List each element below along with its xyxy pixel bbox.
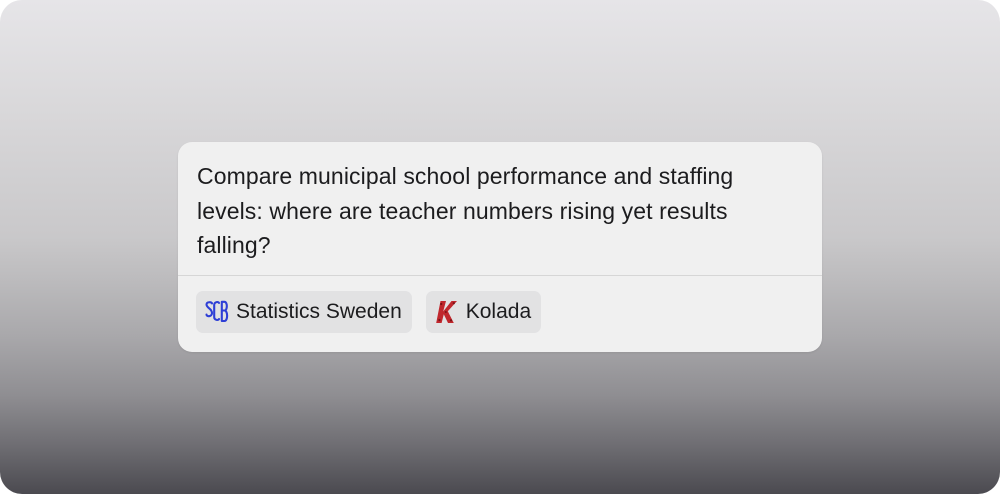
card-divider (178, 275, 822, 276)
source-chips: Statistics Sweden Kolada (196, 291, 542, 333)
kolada-logo-icon (435, 299, 459, 325)
background-frame: Compare municipal school performance and… (0, 0, 1000, 494)
source-chip-statistics-sweden[interactable]: Statistics Sweden (196, 291, 412, 333)
prompt-card: Compare municipal school performance and… (178, 142, 822, 352)
prompt-text: Compare municipal school performance and… (197, 163, 734, 258)
source-chip-kolada[interactable]: Kolada (425, 291, 542, 333)
source-chip-label: Kolada (465, 300, 532, 323)
scb-logo-icon (205, 299, 229, 325)
source-chip-label: Statistics Sweden (236, 300, 402, 323)
